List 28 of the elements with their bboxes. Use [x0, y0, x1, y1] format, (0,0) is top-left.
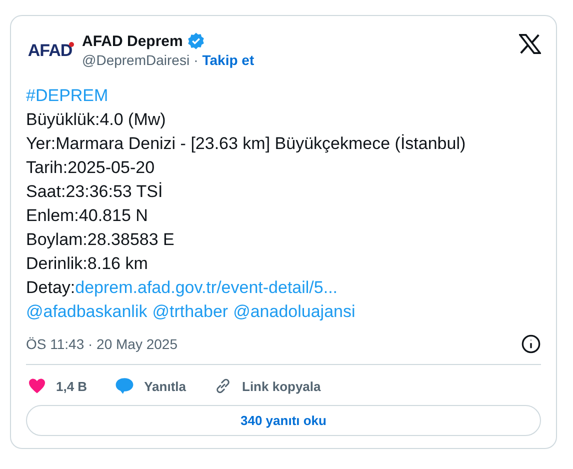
copy-button[interactable]: Link kopyala	[212, 377, 321, 395]
link[interactable]: @anadoluajansi	[233, 300, 356, 324]
like-button[interactable]: 1,4 B	[26, 377, 88, 395]
account-handle[interactable]: @DepremDairesi	[82, 52, 190, 68]
tweet-text: Büyüklük:4.0 (Mw)	[26, 109, 166, 131]
reply-button[interactable]: Yanıtla	[113, 377, 186, 395]
tweet-text: Boylam:28.38583 E	[26, 229, 174, 251]
separator: ·	[194, 52, 198, 68]
account-name[interactable]: AFAD Deprem	[82, 32, 183, 50]
link-icon	[214, 377, 232, 395]
tweet-text: Detay:	[26, 277, 76, 299]
tweet-text: Derinlik:8.16 km	[26, 253, 148, 275]
x-logo-icon[interactable]	[519, 34, 541, 54]
heart-icon	[28, 378, 46, 394]
tweet-text: Tarih:2025-05-20	[26, 157, 155, 179]
speech-bubble-icon	[115, 377, 134, 395]
link[interactable]: #DEPREM	[26, 84, 108, 108]
timestamp[interactable]: ÖS 11:43 · 20 May 2025	[26, 336, 178, 352]
info-icon[interactable]	[521, 334, 541, 354]
tweet-text: Enlem:40.815 N	[26, 205, 148, 227]
link[interactable]: deprem.afad.gov.tr/event-detail/5...	[75, 276, 338, 300]
link[interactable]: @trthaber	[152, 300, 228, 324]
tweet-text: Yer:Marmara Denizi - [23.63 km] Büyükçekmece (İstanbul)	[26, 133, 466, 155]
logo: AFAD	[26, 40, 74, 62]
follow-link[interactable]: Takip et	[202, 52, 254, 68]
read-replies-button[interactable]: 340 yanıtı oku	[26, 405, 541, 436]
tweet-text: Saat:23:36:53 TSİ	[26, 181, 163, 203]
link[interactable]: @afadbaskanlik	[26, 300, 148, 324]
